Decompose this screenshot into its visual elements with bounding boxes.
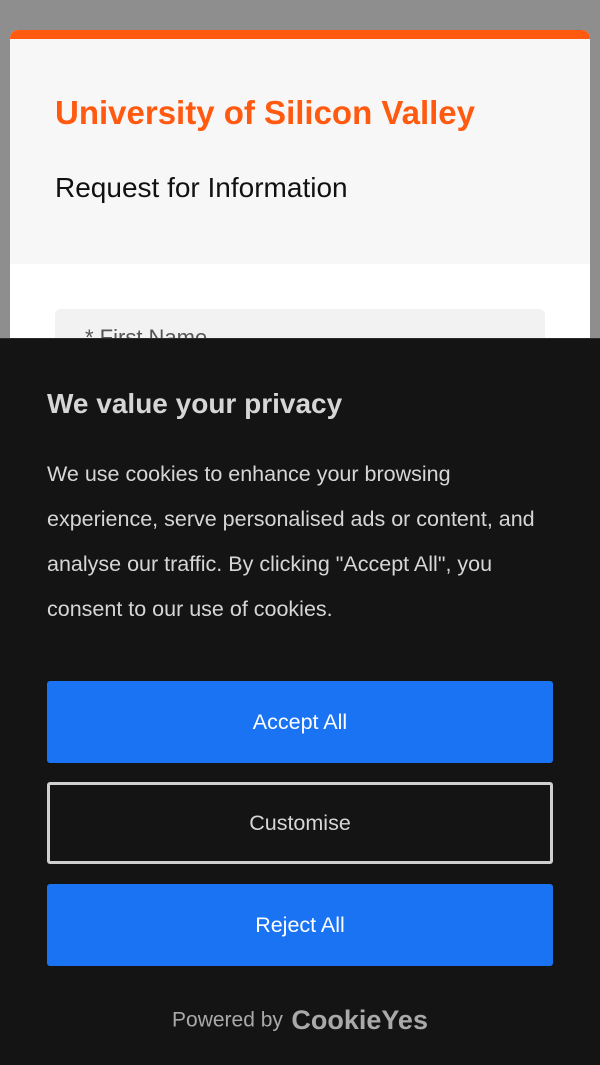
reject-all-button[interactable]: Reject All xyxy=(47,884,553,966)
form-accent-bar xyxy=(10,30,590,39)
form-subtitle: Request for Information xyxy=(55,172,348,203)
customise-button[interactable]: Customise xyxy=(47,782,553,864)
cookieyes-logo[interactable]: CookieYes xyxy=(291,1005,428,1035)
privacy-description: We use cookies to enhance your browsing … xyxy=(47,462,535,621)
privacy-title: We value your privacy xyxy=(47,388,343,419)
powered-by[interactable]: Powered by CookieYes xyxy=(0,1005,600,1036)
accept-all-button[interactable]: Accept All xyxy=(47,681,553,763)
cookie-consent-banner: We value your privacy We use cookies to … xyxy=(0,338,600,1065)
university-name: University of Silicon Valley xyxy=(55,94,475,131)
powered-by-label: Powered by xyxy=(172,1008,283,1032)
form-header: University of Silicon Valley Request for… xyxy=(10,39,590,264)
